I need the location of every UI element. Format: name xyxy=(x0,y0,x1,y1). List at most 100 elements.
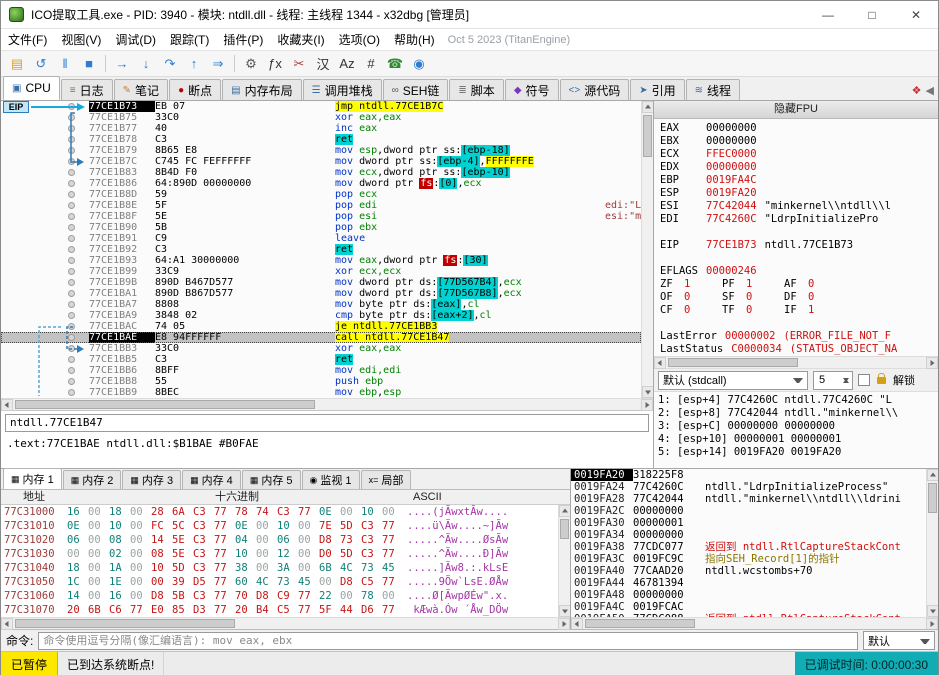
scroll-right-icon[interactable] xyxy=(558,618,570,630)
disassembly-horizontal-scrollbar[interactable] xyxy=(1,398,653,411)
calculator-icon[interactable]: ƒx xyxy=(264,54,286,74)
scroll-left-icon[interactable] xyxy=(1,399,13,411)
assembler-icon[interactable]: Az xyxy=(336,54,358,74)
dump-tab-局部[interactable]: x= 局部 xyxy=(360,470,412,489)
scroll-left-icon[interactable] xyxy=(571,618,583,629)
disasm-row[interactable]: 77CE1BB5 C3 ret xyxy=(1,354,641,365)
tab-调用堆栈[interactable]: ☰ 调用堆栈 xyxy=(302,79,382,100)
breakpoint-dot[interactable] xyxy=(68,180,75,187)
call-argument-line[interactable]: 2: [esp+8] 77C42044 ntdll."minkernel\\ xyxy=(658,407,938,420)
disasm-row[interactable]: 77CE1B83 8B4D F0 mov ecx,dword ptr ss:[ebp… xyxy=(1,167,641,178)
register-line[interactable]: ECX FFEC0000 xyxy=(660,148,938,161)
disasm-row[interactable]: 77CE1BB6 8BFF mov edi,edi xyxy=(1,365,641,376)
command-syntax-select[interactable]: 默认 xyxy=(863,631,935,650)
breakpoint-dot[interactable] xyxy=(68,235,75,242)
disasm-row[interactable]: 77CE1B9B 890D B467D577 mov dword ptr ds:[7… xyxy=(1,277,641,288)
dump-row[interactable]: 77C31040 18 00 1A 00 10 5D C3 77 38 00 3A 00 6B 4C 73 45… xyxy=(1,561,558,575)
disasm-row[interactable]: 77CE1B75 33C0 xor eax,eax xyxy=(1,112,641,123)
disasm-row[interactable]: 77CE1B8E5Fpop ediedi:"LdrpInitializePro xyxy=(1,200,641,211)
breakpoint-dot[interactable] xyxy=(68,279,75,286)
dump-tab-内存 5[interactable]: ▦ 内存 5 xyxy=(241,470,301,489)
stack-row[interactable]: 0019FA24 77C4260C ntdll."LdrpInitializePro… xyxy=(571,481,926,493)
ascii-column-header[interactable]: ASCII xyxy=(407,490,570,504)
menu-item[interactable]: 视图(V) xyxy=(54,29,108,50)
scrollbar-thumb[interactable] xyxy=(643,115,652,157)
stack-row[interactable]: 0019FA3C 0019FC9C 指向SEH_Record[1]的指针 xyxy=(571,553,926,565)
scroll-left-icon[interactable] xyxy=(1,618,13,630)
maximize-button[interactable]: □ xyxy=(850,1,894,28)
register-line[interactable]: EDX 00000000 xyxy=(660,161,938,174)
breakpoint-dot[interactable] xyxy=(68,147,75,154)
register-line[interactable]: ESP 0019FA20 xyxy=(660,187,938,200)
step-over-icon[interactable]: ↷ xyxy=(159,54,181,74)
register-line[interactable]: EBP 0019FA4C xyxy=(660,174,938,187)
stack-row[interactable]: 0019FA4C 0019FCAC xyxy=(571,601,926,613)
registers-panel[interactable]: 隐藏FPU EAX 00000000 EBX 00000000 ECX FFEC0000 E… xyxy=(654,101,938,468)
stack-row[interactable]: 0019FA28 77C42044 ntdll."minkernel\\ntdll\… xyxy=(571,493,926,505)
call-argument-line[interactable]: 5: [esp+14] 0019FA20 0019FA20 xyxy=(658,446,938,459)
scrollbar-thumb[interactable] xyxy=(585,619,695,628)
dump-row[interactable]: 77C31010 0E 00 10 00 FC 5C C3 77 0E 00 10 00 7E 5D C3 77… xyxy=(1,519,558,533)
tab-断点[interactable]: ● 断点 xyxy=(169,79,222,100)
tab-脚本[interactable]: ≣ 脚本 xyxy=(449,79,504,100)
tab-scroll-left-icon[interactable]: ◀ xyxy=(926,84,934,97)
register-line[interactable]: CF 0 TF 0 IF 1 xyxy=(660,304,938,317)
breakpoint-dot[interactable] xyxy=(68,169,75,176)
call-argument-line[interactable]: 4: [esp+10] 00000001 00000001 xyxy=(658,433,938,446)
dump-tab-监视 1[interactable]: ◉ 监视 1 xyxy=(301,470,360,489)
scroll-left-icon[interactable] xyxy=(654,357,666,369)
menu-item[interactable]: 调试(D) xyxy=(108,29,163,50)
disasm-row[interactable]: 77CE1BAE E8 94FFFFFF call ntdll.77CE1B47 xyxy=(1,332,641,343)
register-line[interactable]: ESI 77C42044 "minkernel\\ntdll\\l xyxy=(660,200,938,213)
register-line[interactable]: OF 0 SF 0 DF 0 xyxy=(660,291,938,304)
scroll-right-icon[interactable] xyxy=(641,399,653,411)
disasm-row[interactable]: 77CE1B8D 59 pop ecx xyxy=(1,189,641,200)
calling-convention-select[interactable]: 默认 (stdcall) xyxy=(658,370,808,390)
stack-row[interactable]: 0019FA40 77CAAD20 ntdll.wcstombs+70 xyxy=(571,565,926,577)
stack-row[interactable]: 0019FA48 00000000 xyxy=(571,589,926,601)
call-arguments[interactable]: 1: [esp+4] 77C4260C ntdll.77C4260C "L 2: … xyxy=(654,392,938,468)
breakpoint-dot[interactable] xyxy=(68,268,75,275)
registers-horizontal-scrollbar[interactable] xyxy=(654,356,938,369)
disasm-row[interactable]: 77CE1B86 64:890D 00000000 mov dword ptr fs… xyxy=(1,178,641,189)
trace-tab-icon[interactable]: ❖ xyxy=(912,84,922,97)
disasm-row[interactable]: 77CE1BB3 33C0 xor eax,eax xyxy=(1,343,641,354)
dump-horizontal-scrollbar[interactable] xyxy=(1,617,570,630)
disasm-row[interactable]: 77CE1B79 8B65 E8 mov esp,dword ptr ss:[ebp… xyxy=(1,145,641,156)
about-icon[interactable]: ◉ xyxy=(408,54,430,74)
hex-column-header[interactable]: 十六进制 xyxy=(67,490,407,504)
disasm-row[interactable]: 77CE1BAC 74 05 je ntdll.77CE1BB3 xyxy=(1,321,641,332)
dump-row[interactable]: 77C31060 14 00 16 00 D8 5B C3 77 70 D8 C9 77 22 00 78 00… xyxy=(1,589,558,603)
disassembly-vertical-scrollbar[interactable] xyxy=(641,101,653,398)
scroll-up-icon[interactable] xyxy=(927,469,938,481)
disasm-row[interactable]: 77CE1B77 40 inc eax xyxy=(1,123,641,134)
breakpoint-dot[interactable] xyxy=(68,103,75,110)
menu-item[interactable]: 选项(O) xyxy=(332,29,387,50)
scrollbar-thumb[interactable] xyxy=(928,483,937,513)
tab-线程[interactable]: ≋ 线程 xyxy=(685,79,741,100)
disasm-row[interactable]: 77CE1BA1 890D B867D577 mov dword ptr ds:[7… xyxy=(1,288,641,299)
stack-row[interactable]: 0019FA34 00000000 xyxy=(571,529,926,541)
register-line[interactable]: EAX 00000000 xyxy=(660,122,938,135)
breakpoint-dot[interactable] xyxy=(68,257,75,264)
tab-符号[interactable]: ◆ 符号 xyxy=(504,79,559,100)
register-line[interactable]: EBX 00000000 xyxy=(660,135,938,148)
breakpoint-dot[interactable] xyxy=(68,312,75,319)
scrollbar-thumb[interactable] xyxy=(15,400,315,409)
disasm-row[interactable]: 77CE1BA9 3848 02 cmp byte ptr ds:[eax+2],c… xyxy=(1,310,641,321)
settings-gear-icon[interactable]: ⚙ xyxy=(240,54,262,74)
dump-row[interactable]: 77C31050 1C 00 1E 00 00 39 D5 77 60 4C 73 45 00 D8 C5 77… xyxy=(1,575,558,589)
tab-SEH链[interactable]: ∞ SEH链 xyxy=(382,79,449,100)
tab-引用[interactable]: ➤ 引用 xyxy=(630,79,685,100)
register-line[interactable] xyxy=(660,226,938,239)
disasm-row[interactable]: 77CE1BB8 55 push ebp xyxy=(1,376,641,387)
command-input[interactable] xyxy=(38,631,858,650)
step-into-icon[interactable]: ↓ xyxy=(135,54,157,74)
breakpoint-dot[interactable] xyxy=(68,136,75,143)
register-line[interactable] xyxy=(660,252,938,265)
tab-CPU[interactable]: ▣ CPU xyxy=(3,76,60,100)
report-bug-icon[interactable]: ☎ xyxy=(384,54,406,74)
argument-count-stepper[interactable]: 5 xyxy=(813,370,853,390)
scroll-right-icon[interactable] xyxy=(926,618,938,629)
menu-item[interactable]: 插件(P) xyxy=(216,29,270,50)
